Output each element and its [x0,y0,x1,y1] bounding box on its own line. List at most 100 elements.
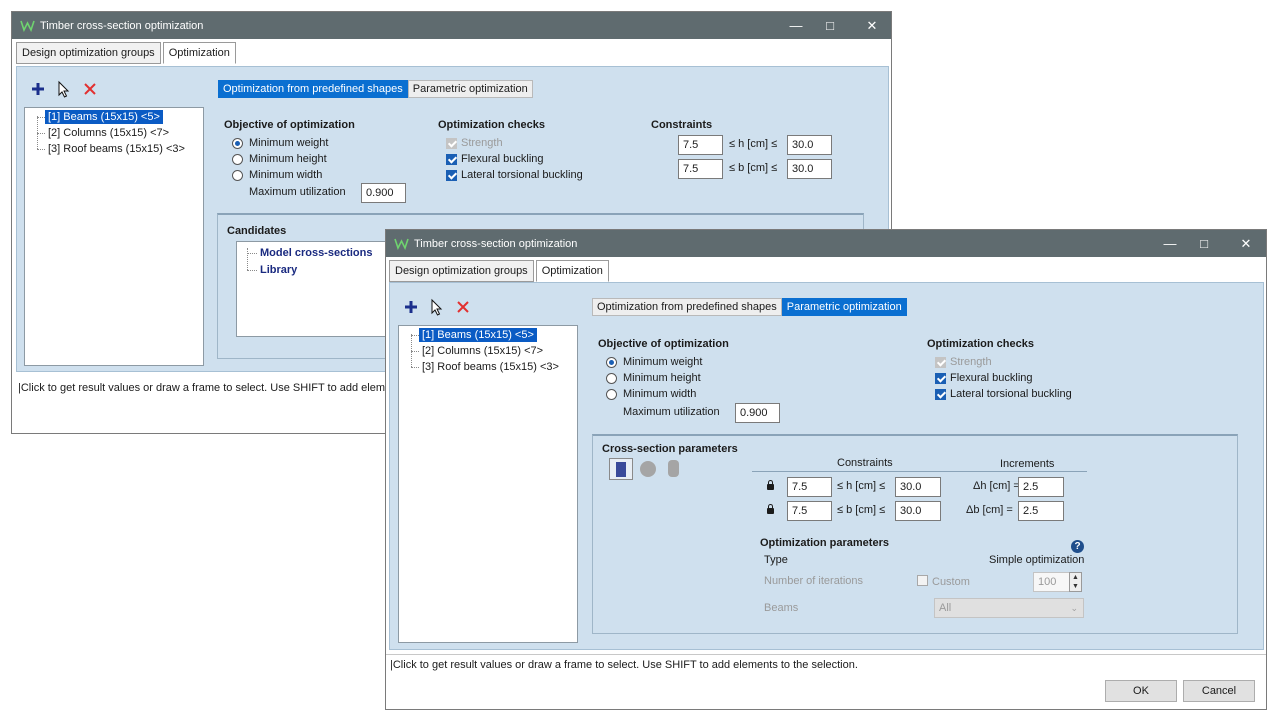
radio-minimum-height[interactable] [606,373,617,384]
h-range-label: ≤ h [cm] ≤ [729,138,778,150]
check-lateral-torsional-buckling[interactable] [935,389,946,400]
b-min-input[interactable]: 7.5 [787,501,832,521]
radio-minimum-weight[interactable] [606,357,617,368]
cross-section-parameters-group [592,434,1238,634]
check-lateral-torsional-buckling[interactable] [446,170,457,181]
plus-icon[interactable] [29,80,47,98]
radio-label: Minimum weight [623,356,703,368]
app-logo-icon [20,20,35,32]
cancel-button[interactable]: Cancel [1183,680,1255,702]
lock-icon[interactable] [767,504,774,514]
db-label: Δb [cm] = [966,504,1013,516]
circle-shape-icon[interactable] [640,461,656,477]
b-min-input[interactable]: 7.5 [678,159,723,179]
tab-optimization[interactable]: Optimization [535,260,609,282]
candidate-model-cross-sections[interactable]: Model cross-sections [257,246,375,260]
type-label: Type [764,554,788,566]
h-max-input[interactable]: 30.0 [787,135,832,155]
tab-design-optimization-groups[interactable]: Design optimization groups [389,260,534,282]
radio-minimum-width[interactable] [232,170,243,181]
radio-minimum-width[interactable] [606,389,617,400]
custom-checkbox[interactable] [917,575,928,586]
rounded-shape-icon[interactable] [668,460,679,477]
tree-connector [247,248,248,270]
rectangle-shape-fill [616,462,626,477]
checks-header: Optimization checks [438,119,545,131]
tree-connector [411,335,419,336]
iterations-spinner[interactable]: ▲ ▼ [1069,572,1082,592]
check-flexural-buckling[interactable] [935,373,946,384]
lock-icon[interactable] [767,480,774,490]
tree-item-group-2[interactable]: [2] Columns (15x15) <7> [45,126,172,140]
mode-parametric-button[interactable]: Parametric optimization [781,298,907,316]
plus-icon[interactable] [402,298,420,316]
check-label: Strength [950,356,992,368]
dh-input[interactable]: 2.5 [1018,477,1064,497]
candidates-header: Candidates [227,225,287,237]
mode-predefined-shapes-button[interactable]: Optimization from predefined shapes [592,298,782,316]
tree-connector [247,270,257,271]
spin-up-icon[interactable]: ▲ [1072,573,1079,582]
pointer-icon[interactable] [428,298,446,316]
rectangle-shape-icon[interactable] [609,458,633,480]
radio-minimum-weight[interactable] [232,138,243,149]
front-status-bar: |Click to get result values or draw a fr… [390,659,858,671]
beams-label: Beams [764,602,799,614]
type-value: Simple optimization [989,554,1085,566]
front-titlebar[interactable]: Timber cross-section optimization — □ ✕ [386,230,1266,257]
tree-item-group-3[interactable]: [3] Roof beams (15x15) <3> [45,142,188,156]
h-min-input[interactable]: 7.5 [787,477,832,497]
iterations-input[interactable]: 100 [1033,572,1071,592]
tree-connector [247,253,257,254]
tree-item-group-1[interactable]: [1] Beams (15x15) <5> [419,328,537,342]
beams-dropdown[interactable]: All ⌄ [934,598,1084,618]
check-label: Flexural buckling [461,153,544,165]
beams-dropdown-value: All [939,602,952,614]
b-max-input[interactable]: 30.0 [895,501,941,521]
tab-design-optimization-groups[interactable]: Design optimization groups [16,42,161,64]
spin-down-icon[interactable]: ▼ [1072,582,1079,591]
status-divider [386,654,1266,655]
check-label: Strength [461,137,503,149]
group-tree[interactable]: [1] Beams (15x15) <5> [2] Columns (15x15… [398,325,578,643]
db-input[interactable]: 2.5 [1018,501,1064,521]
delete-icon[interactable] [454,298,472,316]
chevron-down-icon: ⌄ [1070,603,1078,613]
max-utilization-input[interactable]: 0.900 [735,403,780,423]
maximize-icon[interactable]: □ [1184,230,1224,257]
ok-button[interactable]: OK [1105,680,1177,702]
check-strength [446,138,457,149]
help-icon[interactable]: ? [1071,540,1084,553]
back-titlebar[interactable]: Timber cross-section optimization — □ ✕ [12,12,891,39]
tree-connector [37,117,45,118]
max-utilization-input[interactable]: 0.900 [361,183,406,203]
b-range-label: ≤ b [cm] ≤ [729,162,778,174]
delete-icon[interactable] [81,80,99,98]
radio-label: Minimum width [249,169,323,181]
window-title: Timber cross-section optimization [414,238,578,250]
tree-item-group-2[interactable]: [2] Columns (15x15) <7> [419,344,546,358]
close-icon[interactable]: ✕ [852,12,892,39]
close-icon[interactable]: ✕ [1226,230,1266,257]
mode-predefined-shapes-button[interactable]: Optimization from predefined shapes [218,80,408,98]
group-tree[interactable]: [1] Beams (15x15) <5> [2] Columns (15x15… [24,107,204,366]
objective-header: Objective of optimization [598,338,729,350]
tree-item-group-3[interactable]: [3] Roof beams (15x15) <3> [419,360,562,374]
tree-item-group-1[interactable]: [1] Beams (15x15) <5> [45,110,163,124]
b-max-input[interactable]: 30.0 [787,159,832,179]
candidate-library[interactable]: Library [257,263,300,277]
mode-parametric-button[interactable]: Parametric optimization [407,80,533,98]
h-min-input[interactable]: 7.5 [678,135,723,155]
h-max-input[interactable]: 30.0 [895,477,941,497]
check-label: Lateral torsional buckling [461,169,583,181]
tree-connector [37,149,45,150]
check-flexural-buckling[interactable] [446,154,457,165]
objective-header: Objective of optimization [224,119,355,131]
radio-minimum-height[interactable] [232,154,243,165]
tab-optimization[interactable]: Optimization [162,42,236,64]
cs-header-underline [752,471,1087,472]
check-label: Flexural buckling [950,372,1033,384]
constraints-header: Constraints [651,119,713,131]
maximize-icon[interactable]: □ [810,12,850,39]
pointer-icon[interactable] [55,80,73,98]
